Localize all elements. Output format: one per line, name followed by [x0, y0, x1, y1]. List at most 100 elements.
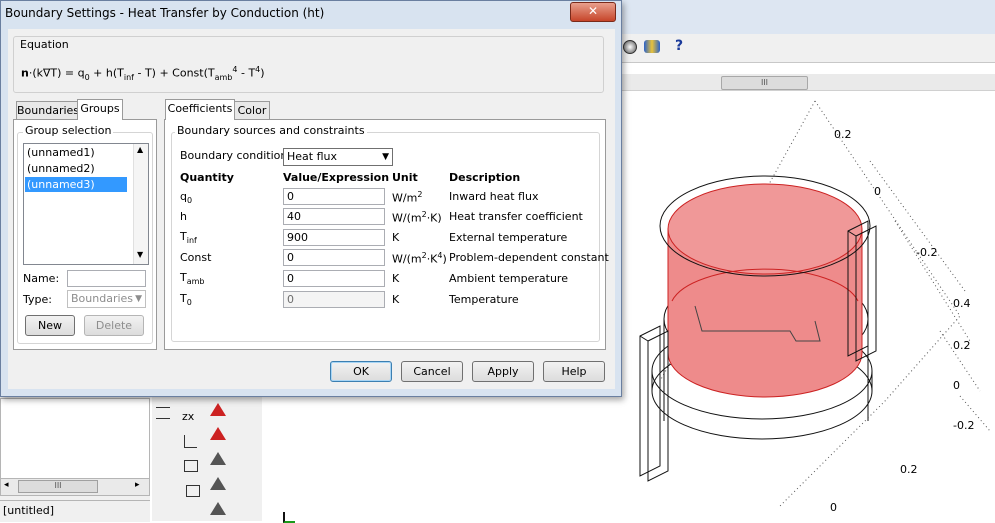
unit-label: K: [392, 272, 400, 285]
scroll-up-icon[interactable]: ▲: [137, 145, 143, 154]
tab-label: Coefficients: [167, 102, 233, 115]
tab-label: Boundaries: [17, 104, 80, 117]
equation-part: ): [260, 66, 265, 80]
main-toolbar: ?: [620, 34, 995, 63]
cancel-button[interactable]: Cancel: [401, 361, 463, 382]
list-item[interactable]: (unnamed3): [25, 177, 127, 192]
column-header: Value/Expression: [283, 171, 390, 184]
work-plane-zx-icon[interactable]: zx: [182, 410, 194, 423]
boundary-condition-label: Boundary condition:: [180, 149, 292, 162]
unit-label: K: [392, 293, 400, 306]
unit-tail: ): [442, 252, 447, 266]
value-field[interactable]: 0: [283, 270, 385, 287]
crucible-body: [667, 183, 863, 398]
quantity-sub: 0: [186, 196, 193, 206]
cancel-button-label: Cancel: [413, 365, 451, 378]
quantity-label: T0: [180, 292, 192, 307]
unit-label: W/(m2·K): [392, 210, 442, 225]
move-icon[interactable]: [184, 460, 198, 472]
axis-label: 0: [830, 501, 837, 514]
unit-label: W/m2: [392, 190, 422, 205]
quantity-symbol: T: [180, 271, 187, 284]
new-button[interactable]: New: [25, 315, 75, 336]
delete-button-label: Delete: [95, 319, 133, 332]
description-label: Problem-dependent constant: [449, 251, 609, 264]
apply-button[interactable]: Apply: [472, 361, 534, 382]
help-button[interactable]: Help: [543, 361, 605, 382]
description-label: Ambient temperature: [449, 272, 568, 285]
group-selection-label: Group selection: [23, 124, 114, 137]
axis-label: 0: [953, 379, 960, 392]
quantity-symbol: T: [180, 292, 187, 305]
axis-icon[interactable]: [184, 435, 197, 448]
value-field[interactable]: 0: [283, 291, 385, 308]
group-list[interactable]: (unnamed1) (unnamed2) (unnamed3) ▲ ▼: [23, 143, 149, 265]
description-label: Inward heat flux: [449, 190, 539, 203]
geometry-3d-view[interactable]: 0.2 0 -0.2 0.4 0.2 0 -0.2 0.2 0: [620, 91, 995, 521]
unit-text: W/(m: [392, 252, 422, 266]
ok-button-label: OK: [353, 365, 369, 378]
help-button-label: Help: [561, 365, 587, 378]
model-tree-hscroll-thumb[interactable]: III: [18, 480, 98, 493]
cone-red-split-icon[interactable]: [210, 427, 226, 440]
unit-label: W/(m2·K4): [392, 251, 447, 266]
chevron-down-icon: ▼: [135, 294, 142, 304]
ok-button[interactable]: OK: [330, 361, 392, 382]
copy-icon[interactable]: [186, 485, 200, 497]
top-scrollbar-thumb[interactable]: III: [721, 76, 808, 90]
type-select-value: Boundaries: [71, 292, 134, 305]
value-field[interactable]: 40: [283, 208, 385, 225]
axis-label: 0: [874, 185, 881, 198]
name-field[interactable]: [67, 270, 146, 287]
type-select[interactable]: Boundaries ▼: [67, 290, 146, 308]
quantity-sub: inf: [186, 236, 197, 246]
tab-color[interactable]: Color: [234, 101, 270, 120]
cone-red-icon[interactable]: [210, 403, 226, 416]
help-icon[interactable]: ?: [675, 38, 683, 54]
tab-coefficients[interactable]: Coefficients: [165, 99, 235, 120]
unit-sup: 2: [417, 190, 423, 199]
model-tree[interactable]: [0, 398, 150, 480]
equation-part: ·(k∇T) = q: [28, 66, 85, 80]
scroll-right-icon[interactable]: ▸: [135, 480, 140, 490]
quantity-sub: amb: [186, 277, 205, 287]
quantity-label: h: [180, 210, 187, 223]
quantity-label: q0: [180, 190, 192, 205]
pyramid-outline-icon[interactable]: [210, 477, 226, 490]
unit-text: W/m: [392, 191, 418, 205]
column-header: Quantity: [180, 171, 234, 184]
description-label: Temperature: [449, 293, 519, 306]
tab-label: Groups: [80, 102, 120, 115]
value-field[interactable]: 900: [283, 229, 385, 246]
list-item[interactable]: (unnamed2): [25, 161, 132, 176]
tab-boundaries[interactable]: Boundaries: [16, 101, 80, 120]
unit-label: K: [392, 231, 400, 244]
scroll-left-icon[interactable]: ◂: [4, 480, 9, 490]
status-text: [untitled]: [3, 504, 55, 517]
group-list-scrollbar[interactable]: ▲ ▼: [133, 144, 148, 264]
boundary-condition-value: Heat flux: [287, 150, 337, 163]
tab-groups[interactable]: Groups: [77, 99, 123, 120]
value-field[interactable]: 0: [283, 188, 385, 205]
close-button[interactable]: ✕: [570, 2, 616, 22]
equation-part: + h(T: [89, 66, 124, 80]
render-icon[interactable]: [623, 40, 637, 54]
dimension-icon[interactable]: [156, 407, 170, 419]
delete-button[interactable]: Delete: [84, 315, 144, 336]
equation-text: n·(k∇T) = q0 + h(Tinf - T) + Const(Tamb4…: [21, 65, 265, 82]
scroll-down-icon[interactable]: ▼: [137, 250, 143, 259]
equation-part: - T: [237, 66, 256, 80]
value-field[interactable]: 0: [283, 249, 385, 266]
boundary-condition-select[interactable]: Heat flux ▼: [283, 148, 393, 166]
equation-group-label: Equation: [20, 38, 69, 51]
list-item[interactable]: (unnamed1): [25, 145, 132, 160]
name-label: Name:: [23, 272, 60, 285]
lighting-icon[interactable]: [644, 40, 660, 53]
axis-label: -0.2: [953, 419, 974, 432]
cone-outline-icon[interactable]: [210, 452, 226, 465]
tetra-outline-icon[interactable]: [210, 502, 226, 515]
quantity-sub: 0: [186, 298, 192, 308]
close-icon: ✕: [587, 4, 599, 18]
equation-n: n: [21, 66, 29, 80]
dialog-title: Boundary Settings - Heat Transfer by Con…: [5, 6, 325, 20]
